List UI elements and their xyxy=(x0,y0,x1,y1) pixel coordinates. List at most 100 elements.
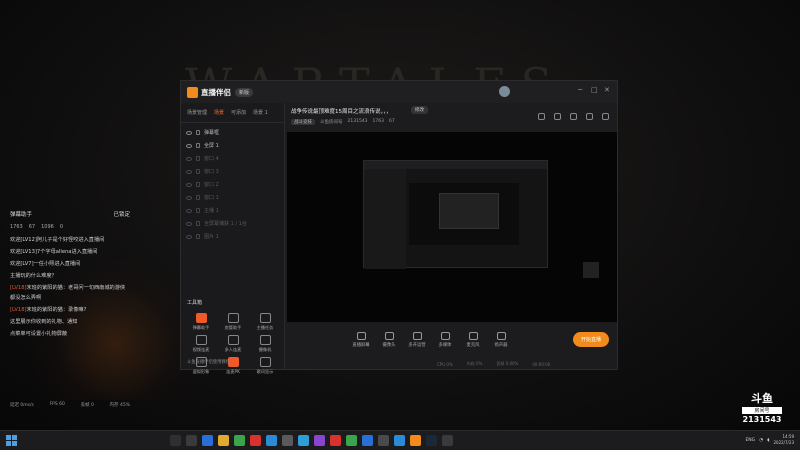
eye-icon[interactable] xyxy=(186,195,192,200)
gift-icon[interactable] xyxy=(538,113,545,120)
app-icon[interactable] xyxy=(394,435,405,446)
tab-scene-1[interactable]: 场景 1 xyxy=(253,109,268,116)
scene-list: 弹幕框 全屏 1 窗口 4 窗口 3 窗口 2 窗口 1 主播 1 全屏幕捕获 … xyxy=(181,123,284,246)
media-button[interactable]: 多媒体 xyxy=(431,332,459,348)
tutorial-link[interactable]: 斗鱼直播伴侣使用教程 xyxy=(187,359,230,365)
eye-icon[interactable] xyxy=(186,221,192,226)
wifi-icon[interactable]: ◔ xyxy=(759,438,763,443)
screen-icon xyxy=(356,332,366,340)
start-icon[interactable] xyxy=(6,435,17,446)
scene-item[interactable]: 全屏 1 xyxy=(186,139,279,152)
fans-count: 67 xyxy=(389,119,395,124)
app-icon[interactable] xyxy=(234,435,245,446)
app-icon[interactable] xyxy=(314,435,325,446)
close-icon[interactable]: ✕ xyxy=(604,87,611,94)
scene-item[interactable]: 主播 1 xyxy=(186,204,279,217)
volume-icon[interactable]: ◖ xyxy=(767,438,769,443)
wechat-icon[interactable] xyxy=(346,435,357,446)
tab-scene[interactable]: 场景 xyxy=(214,109,224,116)
app-icon[interactable] xyxy=(330,435,341,446)
eye-icon[interactable] xyxy=(186,234,192,239)
chat-message: [LV18]末班的紫阳的猫：老哥问一句西南城的游侠都没怎么弄啊 xyxy=(10,285,126,301)
danmu-lock-status[interactable]: 已锁定 xyxy=(113,210,130,218)
tab-scene-manage[interactable]: 场景管理 xyxy=(187,109,207,116)
avatar[interactable] xyxy=(499,86,510,97)
app-icon[interactable] xyxy=(362,435,373,446)
multi-open-icon xyxy=(412,332,422,340)
eye-icon[interactable] xyxy=(186,143,192,148)
lock-icon[interactable] xyxy=(196,130,200,135)
lock-icon[interactable] xyxy=(196,195,200,200)
stream-preview[interactable] xyxy=(287,132,617,322)
stat-other: 0 xyxy=(59,224,64,230)
lock-icon[interactable] xyxy=(196,221,200,226)
multi-open-button[interactable]: 多开运营 xyxy=(403,332,431,348)
scene-item[interactable]: 全屏幕捕获 1 / 1台 xyxy=(186,217,279,230)
link-icon[interactable] xyxy=(602,113,609,120)
chat-message: [LV18]末班的紫阳的猫：录像嘛? xyxy=(10,307,87,313)
lock-icon[interactable] xyxy=(196,234,200,239)
category-chip[interactable]: 战斗竞技 xyxy=(291,119,315,125)
scene-item[interactable]: 窗口 1 xyxy=(186,191,279,204)
edge-icon[interactable] xyxy=(202,435,213,446)
scene-item[interactable]: 弹幕框 xyxy=(186,126,279,139)
douyu-app-icon[interactable] xyxy=(410,435,421,446)
stat-viewers: 1763 xyxy=(10,224,23,230)
steam-icon[interactable] xyxy=(426,435,437,446)
app-icon[interactable] xyxy=(266,435,277,446)
app-icon[interactable] xyxy=(282,435,293,446)
screen-source-button[interactable]: 直播屏幕 xyxy=(347,332,375,348)
scene-item[interactable]: 窗口 2 xyxy=(186,178,279,191)
app-icon[interactable] xyxy=(442,435,453,446)
language-indicator[interactable]: ENG xyxy=(745,438,755,443)
task-view-icon[interactable] xyxy=(186,435,197,446)
version-tag[interactable]: 新版 xyxy=(235,87,254,97)
windows-taskbar: ENG ◔ ◖ 14:59 2022/7/23 xyxy=(0,430,800,450)
lock-icon[interactable] xyxy=(196,169,200,174)
search-icon[interactable] xyxy=(170,435,181,446)
maximize-icon[interactable]: □ xyxy=(591,87,598,94)
lock-icon[interactable] xyxy=(196,143,200,148)
nested-panel xyxy=(364,169,406,269)
app-name: 直播伴侣 xyxy=(201,87,231,97)
lock-icon[interactable] xyxy=(196,208,200,213)
cpu-status: CPU 0% xyxy=(437,361,453,367)
lock-icon[interactable] xyxy=(196,182,200,187)
app-icon[interactable] xyxy=(378,435,389,446)
speaker-button[interactable]: 扬声器 xyxy=(487,332,515,348)
danmu-title: 弹幕助手 xyxy=(10,212,33,218)
eye-icon[interactable] xyxy=(186,169,192,174)
tool-lyrics[interactable]: 歌词显示 xyxy=(249,357,281,375)
start-live-button[interactable]: 开始直播 xyxy=(572,332,609,347)
tool-danmu[interactable]: 弹幕助手 xyxy=(185,313,217,331)
eye-icon[interactable] xyxy=(186,182,192,187)
microphone-icon xyxy=(468,332,478,340)
douyu-room-badge: 斗鱼 房间号 2131543 xyxy=(736,390,788,424)
eye-icon[interactable] xyxy=(186,156,192,161)
tool-tasks[interactable]: 主播任务 xyxy=(249,313,281,331)
toolbox-title: 工具箱 xyxy=(187,300,203,306)
camera-button[interactable]: 摄像头 xyxy=(375,332,403,348)
bell-icon[interactable] xyxy=(586,113,593,120)
app-icon[interactable] xyxy=(250,435,261,446)
lock-icon[interactable] xyxy=(196,156,200,161)
tool-multi-link[interactable]: 多人连麦 xyxy=(217,335,249,353)
microphone-button[interactable]: 麦克风 xyxy=(459,332,487,348)
eye-icon[interactable] xyxy=(186,130,192,135)
share-icon[interactable] xyxy=(554,113,561,120)
folder-icon[interactable] xyxy=(218,435,229,446)
eye-icon[interactable] xyxy=(186,208,192,213)
scene-item[interactable]: 窗口 3 xyxy=(186,165,279,178)
tool-video-link[interactable]: 视频连麦 xyxy=(185,335,217,353)
edit-title-button[interactable]: 修改 xyxy=(411,106,428,114)
app-icon[interactable] xyxy=(298,435,309,446)
settings-icon[interactable] xyxy=(570,113,577,120)
tool-camera[interactable]: 摄像机 xyxy=(249,335,281,353)
tab-addable[interactable]: 可添加 xyxy=(231,109,246,116)
scene-item[interactable]: 窗口 4 xyxy=(186,152,279,165)
tool-room-admin[interactable]: 房管助手 xyxy=(217,313,249,331)
scene-item[interactable]: 图片 1 xyxy=(186,230,279,243)
room-id: 2131543 xyxy=(347,119,368,124)
clock[interactable]: 14:59 2022/7/23 xyxy=(773,434,794,446)
minimize-icon[interactable]: ─ xyxy=(578,87,585,94)
